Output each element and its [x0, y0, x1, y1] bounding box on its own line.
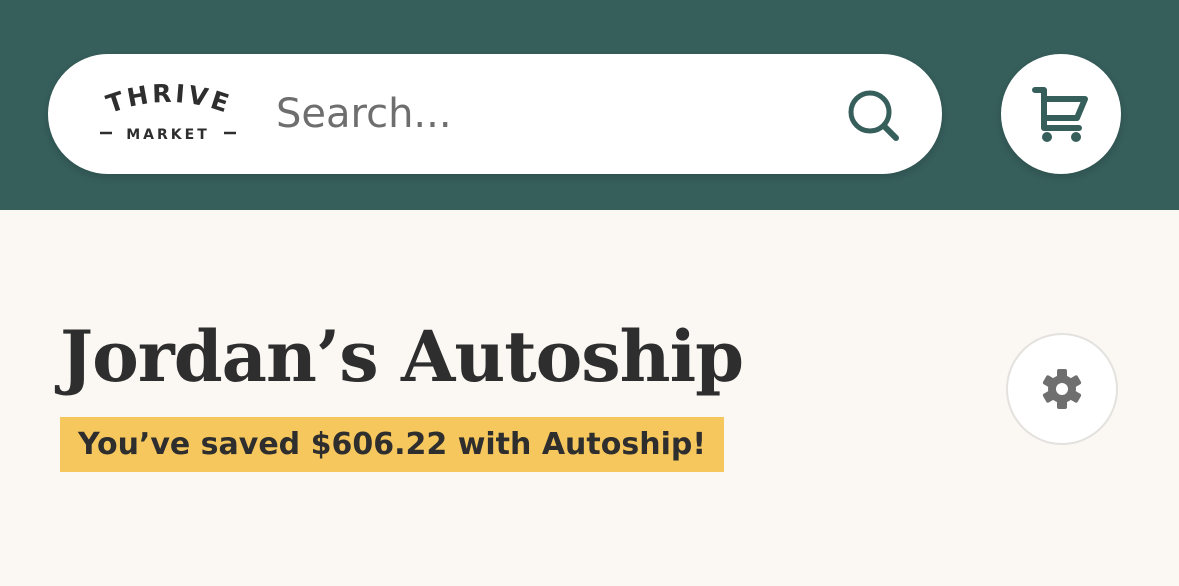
- logo-line-2: MARKET: [126, 127, 210, 143]
- thrive-market-logo[interactable]: THRIVE MARKET: [96, 79, 241, 150]
- savings-badge: You’ve saved $606.22 with Autoship!: [60, 417, 725, 472]
- search-input[interactable]: [276, 84, 816, 144]
- cart-icon: [1032, 87, 1088, 142]
- svg-text:THRIVE: THRIVE: [103, 80, 236, 119]
- search-button[interactable]: [842, 84, 904, 146]
- cart-button[interactable]: [1001, 54, 1121, 174]
- page-title: Jordan’s Autoship: [60, 315, 744, 398]
- top-header: THRIVE MARKET: [0, 0, 1179, 210]
- settings-button[interactable]: [1006, 333, 1118, 445]
- search-icon: [848, 90, 899, 141]
- logo-line-1: THRIVE: [103, 79, 233, 119]
- gear-icon: [1042, 369, 1082, 409]
